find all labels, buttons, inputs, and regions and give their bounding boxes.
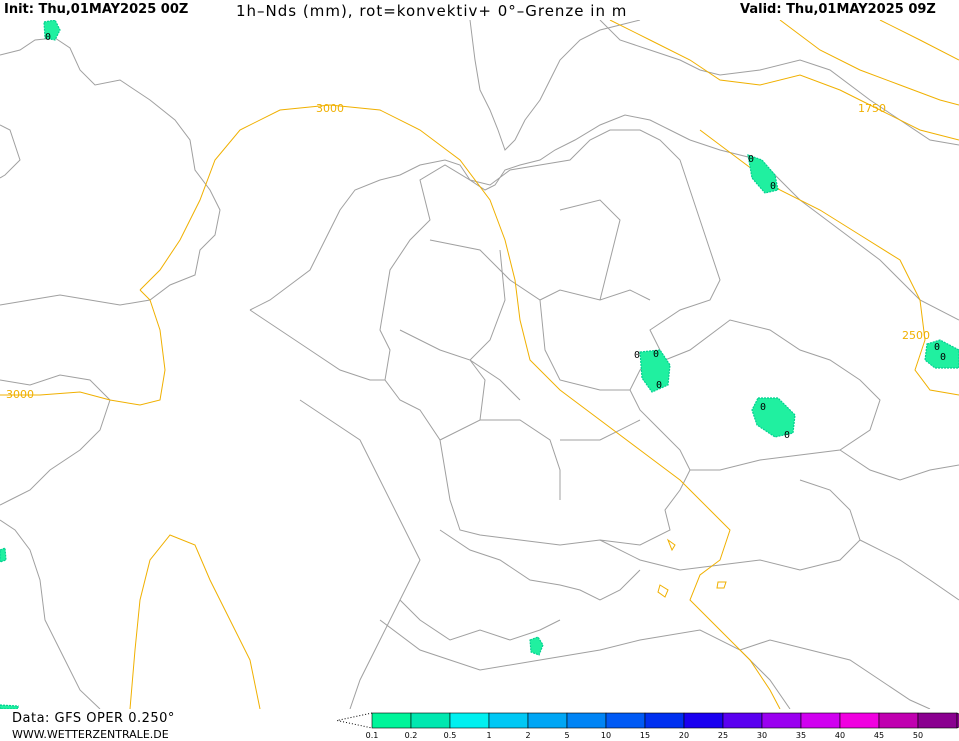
legend-swatch <box>488 712 529 729</box>
precip-areas <box>0 20 959 709</box>
contour-south-west <box>129 534 261 709</box>
precip-area <box>0 547 7 563</box>
legend-swatch <box>527 712 568 729</box>
precip-area <box>529 636 544 656</box>
header-bar: Init: Thu,01MAY2025 00Z 1h–Nds (mm), rot… <box>0 0 959 20</box>
border-germany <box>379 129 721 546</box>
map-title: 1h–Nds (mm), rot=konvektiv+ 0°–Grenze in… <box>236 2 628 20</box>
border-italy <box>379 619 791 709</box>
legend-label: 0.2 <box>405 731 418 740</box>
state-borders <box>399 199 651 500</box>
border-hungary <box>839 449 959 601</box>
border-czech <box>639 319 881 471</box>
precip-legend: 0.1 0.2 0.5 1 2 5 10 15 20 25 30 35 40 45 50 <box>336 712 959 740</box>
legend-label: 5 <box>564 731 569 740</box>
country-borders <box>0 20 959 709</box>
coastline-continent <box>249 114 691 311</box>
legend-label: 0.1 <box>366 731 379 740</box>
footer: Data: GFS OPER 0.250° WWW.WETTERZENTRALE… <box>0 709 959 741</box>
precip-marker: 0 <box>940 352 946 363</box>
init-time: Init: Thu,01MAY2025 00Z <box>4 2 189 17</box>
legend-swatch <box>605 712 646 729</box>
legend-swatch <box>644 712 685 729</box>
legend-swatch <box>566 712 607 729</box>
border-slovenia-croatia <box>739 639 931 709</box>
legend-swatch <box>878 712 919 729</box>
precip-marker: 0 <box>656 380 662 391</box>
legend-label: 50 <box>913 731 923 740</box>
contour-label: 3000 <box>316 102 344 115</box>
border-austria <box>599 479 861 571</box>
contour-labels: 3000 3000 1750 2500 <box>6 102 930 401</box>
legend-label: 15 <box>640 731 650 740</box>
precip-marker: 0 <box>748 154 754 165</box>
precip-marker: 0 <box>760 402 766 413</box>
contour-label: 3000 <box>6 388 34 401</box>
legend-label: 25 <box>718 731 728 740</box>
legend-label: 45 <box>874 731 884 740</box>
border-poland <box>689 139 959 321</box>
legend-swatch <box>722 712 763 729</box>
border-france-belgium <box>249 309 421 709</box>
precip-marker: 0 <box>45 32 51 43</box>
legend-swatch <box>917 712 958 729</box>
coastline-britain <box>0 37 221 306</box>
coastline-france-south <box>0 519 101 709</box>
legend-label: 2 <box>525 731 530 740</box>
legend-swatch <box>410 712 451 729</box>
precip-marker: 0 <box>653 349 659 360</box>
contour-1750 <box>609 20 959 141</box>
legend-label: 1 <box>486 731 491 740</box>
legend-swatch <box>761 712 802 729</box>
contour-2500 <box>699 129 959 396</box>
website-label: WWW.WETTERZENTRALE.DE <box>12 728 169 741</box>
border-switzerland <box>399 529 641 641</box>
coastline-sweden <box>599 20 959 146</box>
legend-swatch <box>683 712 724 729</box>
contour-3000-north <box>139 104 781 709</box>
contour-label: 2500 <box>902 329 930 342</box>
legend-label: 40 <box>835 731 845 740</box>
map-canvas: 3000 3000 1750 2500 0 0 0 0 0 0 0 0 0 0 <box>0 20 959 709</box>
data-source: Data: GFS OPER 0.250° <box>12 711 175 726</box>
legend-label: 20 <box>679 731 689 740</box>
valid-time: Valid: Thu,01MAY2025 09Z <box>740 2 936 17</box>
legend-swatch <box>839 712 880 729</box>
precip-marker: 0 <box>770 181 776 192</box>
precipitation-map: 3000 3000 1750 2500 0 0 0 0 0 0 0 0 0 0 <box>0 20 959 709</box>
precip-marker: 0 <box>784 430 790 441</box>
legend-label: 35 <box>796 731 806 740</box>
freezing-level-contours <box>0 20 959 709</box>
legend-swatch <box>800 712 841 729</box>
precip-marker: 0 <box>634 350 640 361</box>
legend-label: 30 <box>757 731 767 740</box>
precip-markers: 0 0 0 0 0 0 0 0 0 0 <box>45 32 946 441</box>
contour-label: 1750 <box>858 102 886 115</box>
legend-swatch <box>449 712 490 729</box>
legend-label: 0.5 <box>444 731 457 740</box>
coastline-ireland <box>0 124 21 179</box>
legend-low-wedge <box>336 712 373 729</box>
legend-swatch <box>371 712 412 729</box>
legend-label: 10 <box>601 731 611 740</box>
